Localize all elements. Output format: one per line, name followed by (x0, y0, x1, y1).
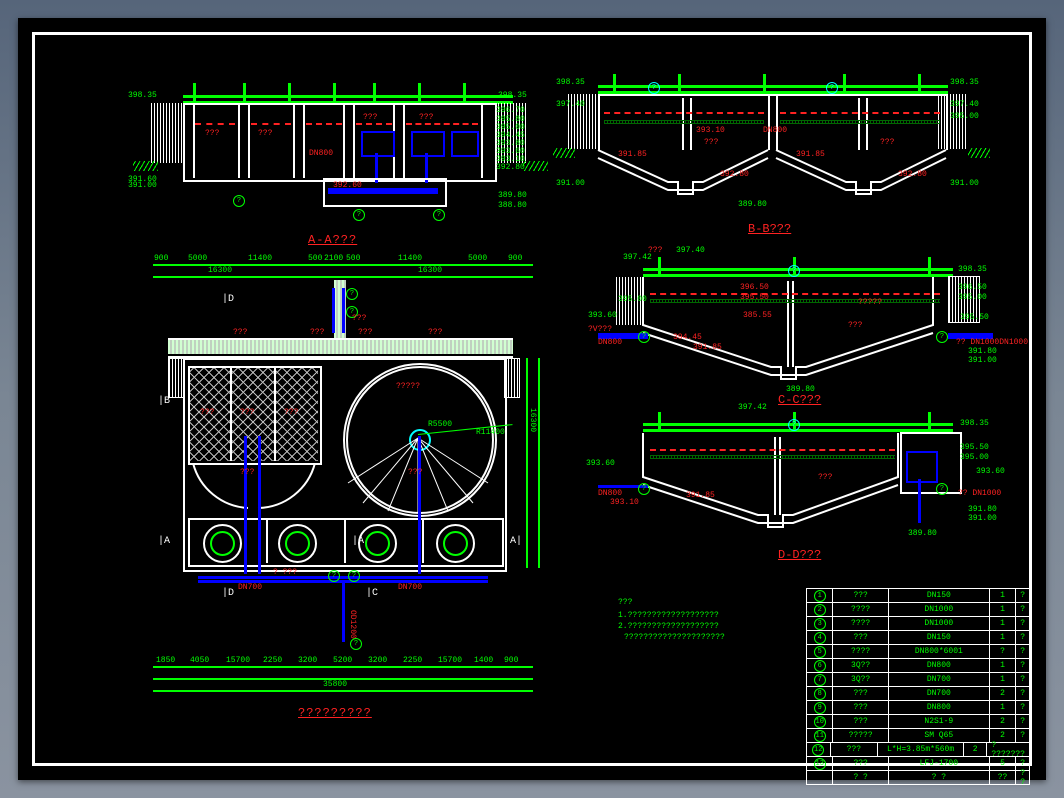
aa-node-3: ? (433, 209, 445, 221)
th-spec: ? ? (889, 771, 990, 784)
notes-line-q: ????????????????????? (618, 633, 818, 642)
notes-line-1: 1.??????????????????? (618, 611, 818, 620)
plan-view: 900 5000 11400 500 2100 500 11400 5000 9… (128, 258, 558, 758)
table-row: 5????DN800*6001?? (807, 644, 1029, 658)
aa-398r: 398.35 (498, 91, 527, 100)
aa-39100: 391.00 (128, 181, 157, 190)
aa-node-1: ? (233, 195, 245, 207)
viewport-backdrop: ??? ??? DN800 ??? ??? 392.60 398.35 398.… (0, 0, 1064, 798)
aa-q4: ??? (419, 113, 433, 122)
drawing-sheet[interactable]: ??? ??? DN800 ??? ??? 392.60 398.35 398.… (18, 18, 1046, 780)
section-b-b-title: B-B??? (748, 222, 791, 236)
notes-heading: ??? (618, 598, 818, 607)
table-row: 4???DN1501? (807, 630, 1029, 644)
table-row: 1???DN1501? (807, 589, 1029, 602)
aa-39260: 392.60 (333, 181, 362, 190)
aa-dn800: DN800 (309, 149, 333, 158)
table-row: 63Q??DN8001? (807, 658, 1029, 672)
notes-line-2: 2.??????????????????? (618, 622, 818, 631)
section-c-c: DN800 ?V??? ?? DN1000DN1000 396.50 395.5… (588, 243, 1008, 408)
aa-label-q: ??? (205, 129, 219, 138)
plan-title: ????????? (298, 706, 372, 720)
equipment-table: 1???DN1501?2????DN10001?3????DN10001?4??… (806, 588, 1030, 785)
notes-block: ??? 1.??????????????????? 2.????????????… (618, 598, 818, 642)
table-row: 9???DN8001? (807, 700, 1029, 714)
table-row: 73Q??DN7001? (807, 672, 1029, 686)
section-d-d: DN800 393.10 391.85 ??? ?? DN1000 397.42… (588, 403, 1008, 563)
section-a-a-title: A-A??? (308, 233, 357, 247)
th-rem: ? ? (1016, 771, 1029, 784)
table-row: 13???LFJ-17005? (807, 756, 1029, 770)
aa-label-q2: ??? (258, 129, 272, 138)
table-row: 2????DN10001? (807, 602, 1029, 616)
section-a-a: ??? ??? DN800 ??? ??? 392.60 398.35 398.… (133, 73, 533, 248)
aa-node-2: ? (353, 209, 365, 221)
th-qty: ?? (990, 771, 1016, 784)
section-d-d-title: D-D??? (778, 548, 821, 562)
th-name: ? ? (833, 771, 888, 784)
table-row: 8???DN7002? (807, 686, 1029, 700)
table-row: 10???N2S1-92? (807, 714, 1029, 728)
table-row: 3????DN10001? (807, 616, 1029, 630)
section-b-b: 391.85 391.85 ??? ??? 393.10 DN800 392.8… (558, 60, 978, 245)
table-row: 12???L*H=3.85m*560m2? ??????? (807, 742, 1029, 756)
aa-398l: 398.35 (128, 91, 157, 100)
aa-q3: ??? (363, 113, 377, 122)
